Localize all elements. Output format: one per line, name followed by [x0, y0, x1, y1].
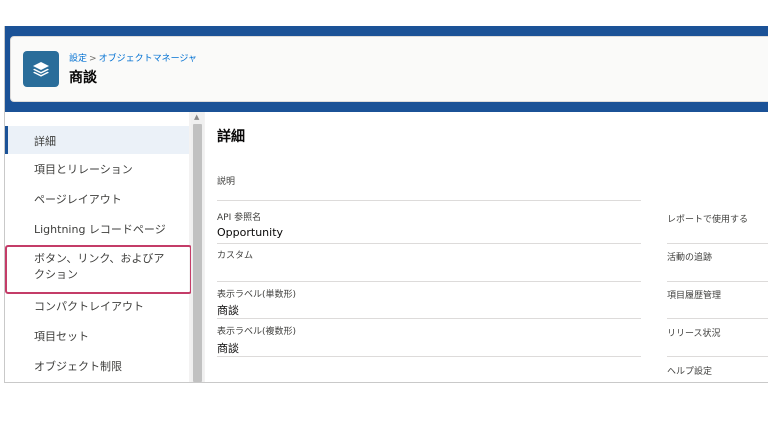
breadcrumb-object-manager-link[interactable]: オブジェクトマネージャ — [99, 54, 197, 64]
object-header: 設定 > オブジェクトマネージャ 商談 — [10, 36, 768, 102]
sidebar-item-page-layouts[interactable]: ページレイアウト — [5, 188, 189, 212]
sidebar-item-label: コンパクトレイアウト — [34, 300, 144, 313]
content-area: 詳細 項目とリレーション ページレイアウト Lightning レコードページ … — [5, 112, 768, 382]
reports-label: レポートで使用する — [667, 215, 749, 225]
release-label: リリース状況 — [667, 329, 721, 339]
api-name-value: Opportunity — [217, 226, 284, 239]
sidebar-scrollbar[interactable]: ▲ — [191, 112, 204, 382]
api-name-label: API 参照名 — [217, 213, 262, 223]
page-title: 商談 — [69, 70, 97, 86]
sidebar-item-lightning-record-pages[interactable]: Lightning レコードページ — [5, 218, 189, 242]
sidebar-item-label: 詳細 — [34, 135, 56, 148]
sidebar: 詳細 項目とリレーション ページレイアウト Lightning レコードページ … — [5, 112, 192, 382]
breadcrumb: 設定 > オブジェクトマネージャ — [69, 51, 197, 64]
help-settings-label: ヘルプ設定 — [667, 367, 713, 377]
scroll-up-icon[interactable]: ▲ — [194, 113, 199, 121]
scrollbar-thumb[interactable] — [193, 124, 202, 382]
sidebar-item-label: 項目セット — [34, 330, 89, 343]
sidebar-item-details[interactable]: 詳細 — [5, 126, 189, 154]
custom-label: カスタム — [217, 251, 254, 261]
divider — [217, 318, 641, 319]
history-label: 項目履歴管理 — [667, 291, 722, 301]
sidebar-item-fields-relationships[interactable]: 項目とリレーション — [5, 158, 189, 182]
activities-label: 活動の追跡 — [667, 253, 713, 263]
plural-value: 商談 — [217, 342, 239, 355]
sidebar-item-label: Lightning レコードページ — [34, 223, 166, 236]
divider — [667, 356, 768, 357]
sidebar-item-field-sets[interactable]: 項目セット — [5, 325, 189, 349]
divider — [667, 243, 768, 244]
singular-value: 商談 — [217, 304, 239, 317]
highlight-box — [5, 245, 192, 294]
detail-panel: 詳細 説明 API 参照名 Opportunity カスタム 表示ラベル(単数形… — [205, 112, 768, 382]
breadcrumb-separator: > — [89, 54, 97, 64]
sidebar-item-label: ページレイアウト — [34, 193, 122, 206]
plural-label: 表示ラベル(複数形) — [217, 327, 297, 337]
divider — [667, 281, 768, 282]
divider — [217, 243, 641, 244]
divider — [217, 200, 641, 201]
singular-label: 表示ラベル(単数形) — [217, 290, 297, 300]
sidebar-item-label: オブジェクト制限 — [34, 360, 122, 373]
divider — [217, 281, 641, 282]
breadcrumb-setup-link[interactable]: 設定 — [69, 54, 87, 64]
divider — [217, 356, 641, 357]
description-label: 説明 — [217, 177, 236, 187]
divider — [667, 318, 768, 319]
sidebar-item-compact-layouts[interactable]: コンパクトレイアウト — [5, 295, 189, 319]
section-title: 詳細 — [217, 129, 245, 145]
setup-frame: 設定 > オブジェクトマネージャ 商談 詳細 項目とリレーション ページレイアウト … — [4, 26, 768, 383]
layers-icon — [23, 51, 59, 87]
sidebar-item-object-limits[interactable]: オブジェクト制限 — [5, 355, 189, 379]
sidebar-item-label: 項目とリレーション — [34, 163, 133, 176]
